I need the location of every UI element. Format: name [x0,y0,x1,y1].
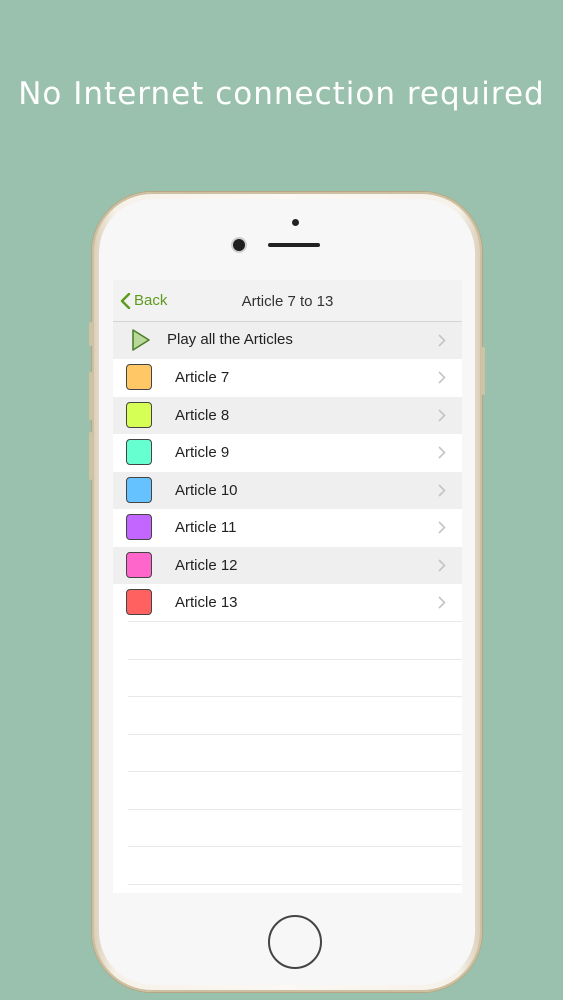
volume-down-button [89,432,93,480]
chevron-right-icon [438,371,446,384]
list-separator [128,808,462,810]
chevron-right-icon [438,483,446,497]
play-all-row[interactable]: Play all the Articles [113,322,462,359]
article-color-swatch [126,476,152,503]
article-row[interactable]: Article 13 [113,584,462,621]
article-label: Article 11 [175,519,237,536]
article-label: Article 9 [175,444,230,461]
page-title: Article 7 to 13 [241,293,334,310]
article-label: Article 8 [175,406,230,424]
play-icon [132,329,150,351]
article-row[interactable]: Article 12 [113,546,462,584]
headline: No Internet connection required [18,76,545,112]
article-label: Article 10 [175,481,238,499]
article-label: Article 7 [175,369,230,386]
home-button[interactable] [268,915,322,969]
article-row[interactable]: Article 8 [113,396,462,434]
list-separator [128,658,462,660]
play-all-label: Play all the Articles [167,331,293,348]
article-label: Article 13 [175,594,238,611]
list-separator [128,733,462,735]
article-color-swatch [126,401,152,428]
list-separator [128,883,462,885]
article-row[interactable]: Article 9 [113,434,462,471]
article-color-swatch [126,551,152,578]
article-row[interactable]: Article 11 [113,509,462,546]
navigation-bar: Back Article 7 to 13 [113,280,462,322]
front-camera [233,239,245,251]
app-screen: Back Article 7 to 13 Play all the Articl… [113,280,462,893]
chevron-right-icon [438,521,446,534]
power-button [481,347,485,395]
mute-switch [89,322,93,346]
chevron-right-icon [438,558,446,572]
chevron-right-icon [438,334,446,347]
article-label: Article 12 [175,556,238,574]
chevron-right-icon [438,408,446,422]
front-sensor [292,219,299,226]
article-color-swatch [126,439,152,465]
article-color-swatch [126,589,152,615]
article-row[interactable]: Article 10 [113,471,462,509]
article-color-swatch [126,514,152,540]
list-separator [128,621,462,622]
list-separator [128,771,462,772]
list-separator [128,846,462,847]
earpiece-speaker [268,243,320,247]
list-separator [128,696,462,697]
article-color-swatch [126,364,152,390]
chevron-right-icon [438,446,446,459]
chevron-right-icon [438,596,446,609]
volume-up-button [89,372,93,420]
article-row[interactable]: Article 7 [113,359,462,396]
